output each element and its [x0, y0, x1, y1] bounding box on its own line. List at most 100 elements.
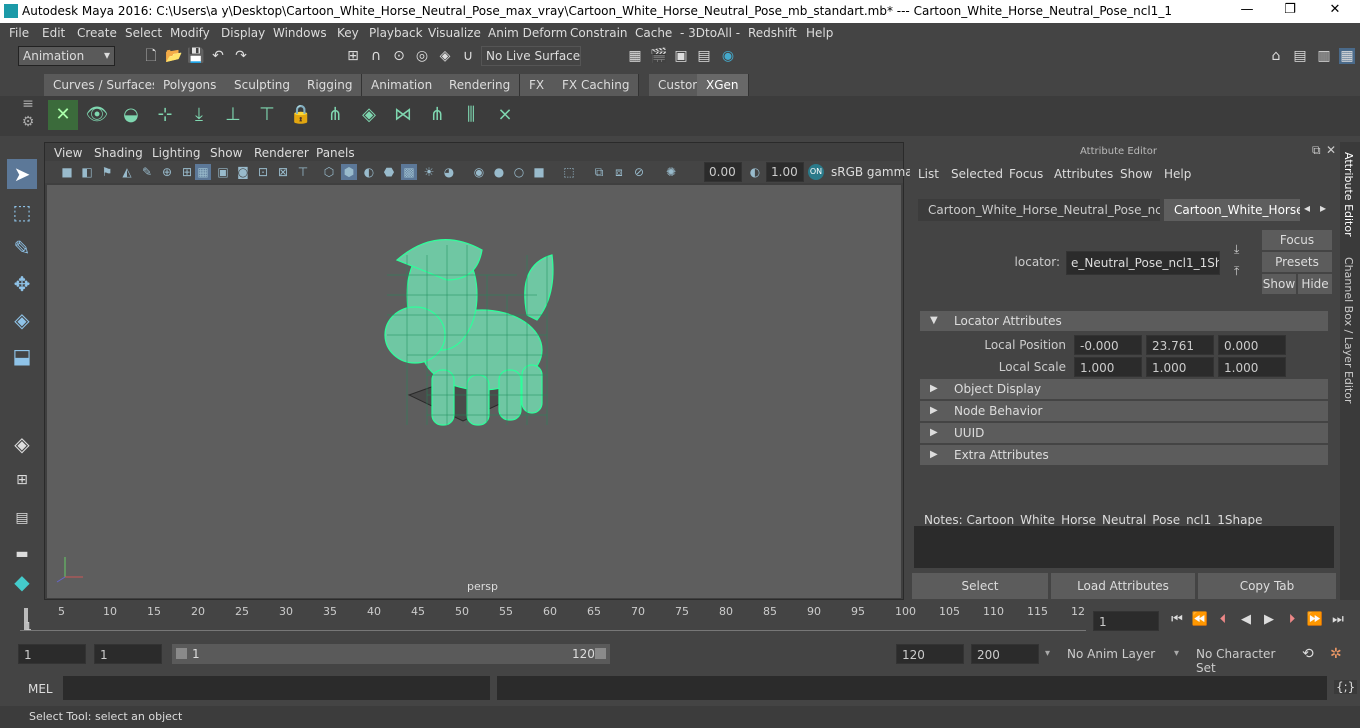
- 2d-pan-zoom-icon[interactable]: ⊕: [159, 164, 175, 180]
- minimize-button[interactable]: —: [1232, 2, 1262, 20]
- tab-sculpting[interactable]: Sculpting: [225, 74, 301, 96]
- open-scene-icon[interactable]: 📂: [165, 48, 182, 64]
- local-scale-y-field[interactable]: 1.000: [1146, 357, 1214, 377]
- show-button[interactable]: Show: [1262, 274, 1296, 294]
- snap-surface-icon[interactable]: ◈: [437, 48, 453, 64]
- grease-pencil-icon[interactable]: ✎: [139, 164, 155, 180]
- go-to-end-icon[interactable]: ⏭: [1329, 612, 1347, 628]
- tab-xgen[interactable]: XGen: [697, 74, 749, 96]
- local-position-x-field[interactable]: -0.000: [1074, 335, 1142, 355]
- tab-transform-node[interactable]: Cartoon_White_Horse_Neutral_Pose_ncl1_1: [918, 199, 1160, 221]
- animation-end-field[interactable]: 200: [971, 644, 1039, 664]
- tab-channel-box-vertical[interactable]: Channel Box / Layer Editor: [1342, 257, 1355, 404]
- image-plane-icon[interactable]: ◭: [119, 164, 135, 180]
- snap-view-icon[interactable]: ◎: [414, 48, 430, 64]
- menu-anim-deform[interactable]: Anim Deform: [488, 26, 567, 40]
- gate-mask-icon[interactable]: ◙: [235, 164, 251, 180]
- gamma-icon[interactable]: ◐: [747, 164, 763, 180]
- local-scale-z-field[interactable]: 1.000: [1218, 357, 1286, 377]
- go-to-start-icon[interactable]: ⏮: [1168, 612, 1186, 628]
- undo-icon[interactable]: ↶: [210, 48, 226, 64]
- range-end-handle[interactable]: [595, 648, 606, 659]
- step-back-key-icon[interactable]: ⏪: [1191, 612, 1209, 628]
- locator-name-field[interactable]: e_Neutral_Pose_ncl1_1Shape: [1066, 251, 1220, 275]
- extra-attributes-section[interactable]: ▶ Extra Attributes: [920, 445, 1328, 465]
- tab-rendering[interactable]: Rendering: [440, 74, 521, 96]
- load-attributes-button[interactable]: Load Attributes: [1051, 573, 1195, 599]
- xgen-comb-icon[interactable]: ⋔: [320, 100, 350, 130]
- wireframe-on-shaded-icon[interactable]: ◐: [361, 164, 377, 180]
- menu-file[interactable]: File: [9, 26, 29, 40]
- magnet-icon[interactable]: ∪: [460, 48, 476, 64]
- shelf-menu-icon[interactable]: ≡: [20, 96, 36, 112]
- hide-button[interactable]: Hide: [1298, 274, 1332, 294]
- scale-tool-icon[interactable]: ⬓: [7, 341, 37, 371]
- xgen-place-guide-icon[interactable]: ⤓: [184, 100, 214, 130]
- channel-box-toggle-icon[interactable]: ▦: [1339, 48, 1355, 64]
- camera-attributes-icon[interactable]: ◧: [79, 164, 95, 180]
- float-panel-icon[interactable]: ⧉: [1312, 143, 1321, 158]
- redo-icon[interactable]: ↷: [233, 48, 249, 64]
- live-surface-field[interactable]: No Live Surface: [481, 46, 581, 66]
- focus-input-icon[interactable]: ⤓: [1234, 242, 1239, 257]
- two-view-layout-icon[interactable]: ▬: [7, 539, 37, 569]
- playback-start-field[interactable]: 1: [94, 644, 162, 664]
- chevron-down-icon[interactable]: ▾: [1174, 648, 1179, 659]
- render-view-icon[interactable]: ▤: [696, 48, 712, 64]
- menu-windows[interactable]: Windows: [273, 26, 327, 40]
- time-slider[interactable]: 5 10 15 20 25 30 35 40 45 50 55 60 65 70…: [20, 604, 1086, 634]
- snap-grid-icon[interactable]: ⊞: [345, 48, 361, 64]
- playback-end-field[interactable]: 120: [896, 644, 964, 664]
- menu-modify[interactable]: Modify: [170, 26, 210, 40]
- current-frame-field[interactable]: 1: [1093, 611, 1159, 631]
- xgen-leaf-icon[interactable]: ◒: [116, 100, 146, 130]
- vp-menu-show[interactable]: Show: [210, 146, 242, 160]
- character-set-dropdown[interactable]: No Character Set: [1191, 644, 1291, 675]
- xray-active-icon[interactable]: ⧈: [611, 164, 627, 180]
- ae-menu-attributes[interactable]: Attributes: [1054, 167, 1113, 181]
- presets-button[interactable]: Presets: [1262, 252, 1332, 272]
- menu-set-dropdown[interactable]: Animation ▾: [18, 46, 115, 66]
- close-panel-icon[interactable]: ✕: [1326, 143, 1336, 157]
- menu-cache[interactable]: Cache: [635, 26, 672, 40]
- play-backward-icon[interactable]: ◀: [1237, 612, 1255, 628]
- close-button[interactable]: ✕: [1320, 2, 1350, 20]
- 3dtoall-logo-icon[interactable]: ◆: [7, 567, 37, 597]
- xray-icon[interactable]: ▩: [401, 164, 417, 180]
- script-editor-icon[interactable]: {;}: [1334, 680, 1358, 694]
- xgen-editor-icon[interactable]: ✕: [48, 100, 78, 130]
- step-back-frame-icon[interactable]: ⏴: [1214, 612, 1232, 628]
- tab-scroll-left-icon[interactable]: ◂: [1304, 201, 1310, 215]
- ae-menu-show[interactable]: Show: [1120, 167, 1152, 181]
- xgen-sculpt-icon[interactable]: ⋈: [388, 100, 418, 130]
- attribute-editor-toggle-icon[interactable]: ▥: [1316, 48, 1332, 64]
- ipr-render-icon[interactable]: ▣: [673, 48, 689, 64]
- exposure-field[interactable]: 0.00: [704, 162, 742, 182]
- workspace-icon[interactable]: ⌂: [1268, 48, 1284, 64]
- safe-action-icon[interactable]: ⊠: [275, 164, 291, 180]
- vp-menu-renderer[interactable]: Renderer: [254, 146, 309, 160]
- color-management-icon[interactable]: ON: [808, 164, 824, 180]
- single-view-layout-icon[interactable]: ◈: [7, 429, 37, 459]
- move-tool-icon[interactable]: ✥: [7, 269, 37, 299]
- xgen-brush-icon[interactable]: ⋔: [422, 100, 452, 130]
- menu-display[interactable]: Display: [221, 26, 265, 40]
- ae-menu-selected[interactable]: Selected: [951, 167, 1003, 181]
- play-forward-icon[interactable]: ▶: [1260, 612, 1278, 628]
- 3d-viewport[interactable]: persp: [47, 185, 901, 598]
- uuid-section[interactable]: ▶ UUID: [920, 423, 1328, 443]
- color-space-label[interactable]: sRGB gamma: [831, 165, 913, 179]
- xray-joints-icon[interactable]: ⧉: [591, 164, 607, 180]
- rotate-tool-icon[interactable]: ◈: [7, 305, 37, 335]
- maximize-button[interactable]: ❐: [1275, 2, 1305, 20]
- modeling-toolkit-icon[interactable]: ▤: [1292, 48, 1308, 64]
- node-behavior-section[interactable]: ▶ Node Behavior: [920, 401, 1328, 421]
- isolate-select-icon[interactable]: ⬚: [561, 164, 577, 180]
- anim-layer-dropdown[interactable]: No Anim Layer: [1062, 644, 1162, 664]
- vp-menu-panels[interactable]: Panels: [316, 146, 355, 160]
- mel-input[interactable]: [63, 676, 490, 700]
- xgen-view-guides-icon[interactable]: ⊤: [252, 100, 282, 130]
- local-position-y-field[interactable]: 23.761: [1146, 335, 1214, 355]
- grid-toggle-icon[interactable]: ⊞: [179, 164, 195, 180]
- smooth-shade-icon[interactable]: ⬢: [341, 164, 357, 180]
